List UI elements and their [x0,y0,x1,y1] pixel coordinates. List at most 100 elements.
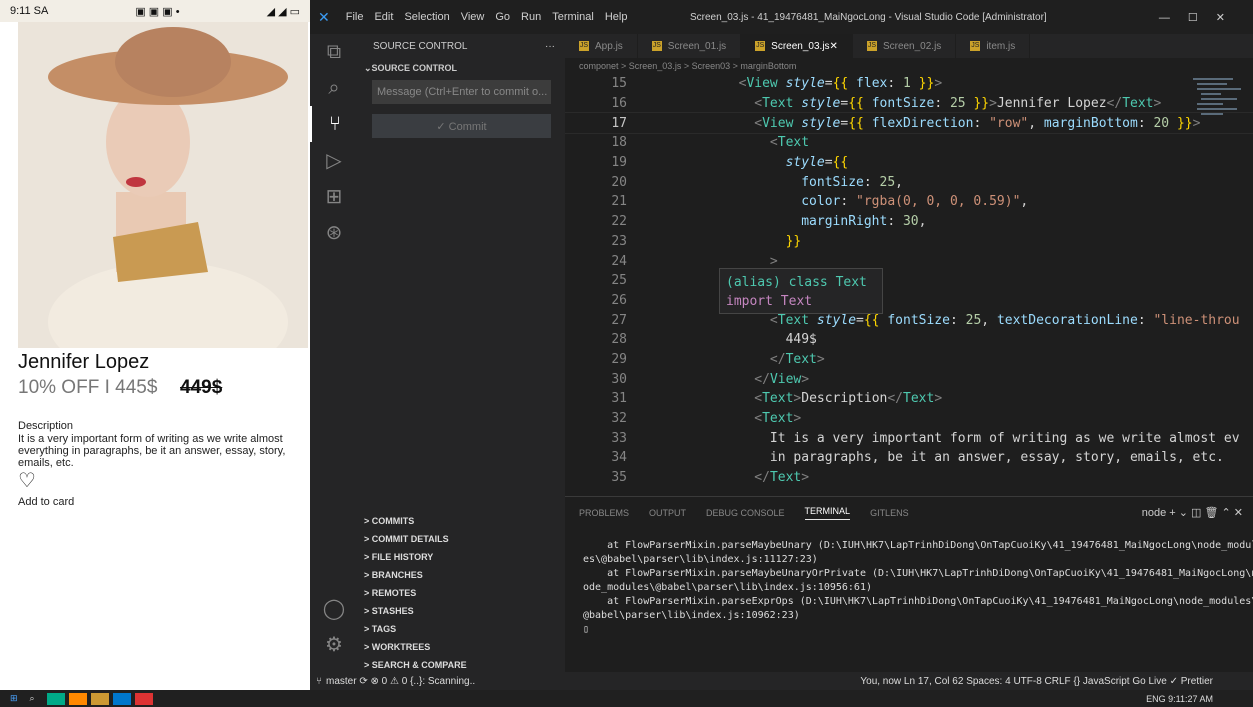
menu-help[interactable]: Help [605,11,628,23]
account-icon[interactable]: ◯ [310,590,358,626]
sidebar-section[interactable]: > STASHES [358,602,565,620]
gitlens-icon[interactable]: ⊛ [310,214,358,250]
terminal-toolbar[interactable]: node + ⌄ ◫ 🗑 ⌃ ✕ [1142,506,1243,519]
code-line[interactable]: 23 }} [565,232,1253,252]
line-number: 31 [611,391,627,407]
source-control-icon[interactable]: ⑂ [310,106,358,142]
sidebar-section[interactable]: > FILE HISTORY [358,548,565,566]
panel-tab-problems[interactable]: PROBLEMS [579,508,629,518]
line-content: It is a very important form of writing a… [676,430,1240,446]
line-number: 33 [611,430,627,446]
code-line[interactable]: 32 <Text> [565,409,1253,429]
sidebar-section[interactable]: > BRANCHES [358,566,565,584]
menu-terminal[interactable]: Terminal [552,11,594,23]
taskbar-app-icon[interactable] [90,692,109,705]
code-line[interactable]: 25 [565,271,1253,291]
line-number: 17 [611,115,627,131]
code-line[interactable]: 26 < [565,291,1253,311]
run-debug-icon[interactable]: ▷ [310,142,358,178]
code-line[interactable]: 34 in paragraphs, be it an answer, essay… [565,448,1253,468]
code-line[interactable]: 19 style={{ [565,153,1253,173]
editor-tab[interactable]: JS App.js [565,34,638,58]
line-number: 32 [611,411,627,427]
menu-selection[interactable]: Selection [404,11,449,23]
sidebar-section[interactable]: > COMMIT DETAILS [358,530,565,548]
taskbar-clock[interactable]: ENG 9:11:27 AM [1146,694,1213,704]
more-actions-icon[interactable]: ··· [545,41,555,52]
code-editor[interactable]: 15 <View style={{ flex: 1 }}> 16 <Text st… [565,74,1253,496]
line-content: <View style={{ flex: 1 }}> [738,76,943,92]
vscode-logo-icon: ✕ [318,8,330,25]
heart-icon[interactable]: ♡ [18,471,36,491]
status-right[interactable]: You, now Ln 17, Col 62 Spaces: 4 UTF-8 C… [860,676,1213,687]
code-line[interactable]: 27 <Text style={{ fontSize: 25, textDeco… [565,310,1253,330]
panel-tab-gitlens[interactable]: GITLENS [870,508,909,518]
search-icon[interactable]: ⌕ [310,70,358,106]
sidebar-section-source-control[interactable]: ⌄ SOURCE CONTROL [358,58,565,78]
editor-tab[interactable]: JS item.js [956,34,1031,58]
line-number: 15 [611,76,627,92]
windows-taskbar: ⊞ ⌕ ENG 9:11:27 AM [0,690,1253,707]
taskbar-app-icon[interactable] [68,692,87,705]
branch-icon[interactable]: ⑂ [316,676,322,687]
code-line[interactable]: 24 > [565,251,1253,271]
add-to-card-button[interactable]: Add to card [18,496,74,508]
status-left[interactable]: master ⟳ ⊗ 0 ⚠ 0 {..}: Scanning.. [326,676,475,687]
code-line[interactable]: 17 <View style={{ flexDirection: "row", … [565,112,1253,135]
code-line[interactable]: 22 marginRight: 30, [565,212,1253,232]
minimap[interactable] [1193,74,1243,134]
panel-tab-output[interactable]: OUTPUT [649,508,686,518]
taskbar-app-icon[interactable] [46,692,65,705]
source-control-sidebar: SOURCE CONTROL ··· ⌄ SOURCE CONTROL Mess… [358,34,565,672]
sidebar-section[interactable]: > REMOTES [358,584,565,602]
menu-run[interactable]: Run [521,11,541,23]
taskbar-app-icon[interactable] [112,692,131,705]
activity-bar: ⧉ ⌕ ⑂ ▷ ⊞ ⊛ ◯ ⚙ [310,34,358,672]
code-line[interactable]: 31 <Text>Description</Text> [565,389,1253,409]
phone-status-icons: ▣ ▣ ▣ • [135,5,180,18]
line-number: 24 [611,253,627,269]
sidebar-section[interactable]: > WORKTREES [358,638,565,656]
terminal-output[interactable]: at FlowParserMixin.parseMaybeUnary (D:\I… [565,529,1253,637]
menu-edit[interactable]: Edit [374,11,393,23]
code-line[interactable]: 15 <View style={{ flex: 1 }}> [565,74,1253,94]
taskbar-search-icon[interactable]: ⌕ [30,693,35,704]
code-line[interactable]: 18 <Text [565,133,1253,153]
menu-go[interactable]: Go [495,11,510,23]
code-line[interactable]: 35 </Text> [565,468,1253,488]
editor-tab[interactable]: JS Screen_02.js [853,34,957,58]
code-line[interactable]: 16 <Text style={{ fontSize: 25 }}>Jennif… [565,94,1253,114]
code-line[interactable]: 30 </View> [565,369,1253,389]
windows-start-icon[interactable]: ⊞ [10,693,18,704]
menu-file[interactable]: File [346,11,364,23]
status-bar: ⑂ master ⟳ ⊗ 0 ⚠ 0 {..}: Scanning.. You,… [310,672,1253,690]
line-number: 23 [611,233,627,249]
code-line[interactable]: 33 It is a very important form of writin… [565,428,1253,448]
terminal-line: es\@babel\parser\lib\index.js:11127:23) [583,554,818,565]
code-line[interactable]: 29 </Text> [565,350,1253,370]
sidebar-section[interactable]: > COMMITS [358,512,565,530]
terminal-line: at FlowParserMixin.parseMaybeUnary (D:\I… [583,540,1253,551]
commit-message-input[interactable]: Message (Ctrl+Enter to commit o... [372,80,551,104]
menu-view[interactable]: View [461,11,485,23]
code-line[interactable]: 21 color: "rgba(0, 0, 0, 0.59)", [565,192,1253,212]
editor-tab[interactable]: JS Screen_03.js ✕ [741,34,853,58]
line-number: 29 [611,351,627,367]
explorer-icon[interactable]: ⧉ [310,34,358,70]
taskbar-app-icon[interactable] [134,692,153,705]
sidebar-section[interactable]: > TAGS [358,620,565,638]
line-content: </Text> [754,470,810,486]
panel-tab-terminal[interactable]: TERMINAL [804,506,851,520]
line-content: 449$ [676,332,817,348]
commit-button[interactable]: ✓ Commit [372,114,551,138]
editor-tab[interactable]: JS Screen_01.js [638,34,742,58]
settings-gear-icon[interactable]: ⚙ [310,626,358,662]
code-line[interactable]: 20 fontSize: 25, [565,172,1253,192]
code-line[interactable]: 28 449$ [565,330,1253,350]
window-controls[interactable]: —☐✕ [1159,11,1243,24]
close-tab-icon[interactable]: ✕ [830,41,838,52]
breadcrumb[interactable]: componet > Screen_03.js > Screen03 > mar… [565,58,1253,74]
tab-label: Screen_01.js [667,40,727,52]
extensions-icon[interactable]: ⊞ [310,178,358,214]
panel-tab-debug-console[interactable]: DEBUG CONSOLE [706,508,785,518]
